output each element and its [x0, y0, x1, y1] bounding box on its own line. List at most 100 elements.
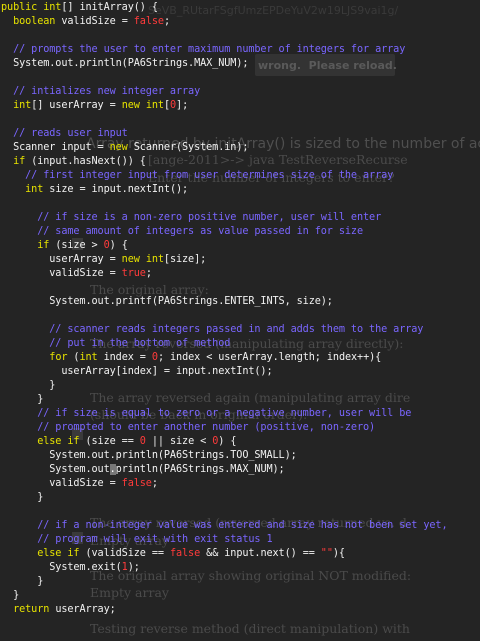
code-token: ) {: [109, 240, 128, 251]
code-line[interactable]: if (size > 0) {: [1, 239, 128, 253]
code-token: ){: [332, 548, 345, 559]
code-line[interactable]: validSize = true;: [1, 267, 152, 281]
code-token: int: [25, 184, 50, 195]
code-line[interactable]: int size = input.nextInt();: [1, 183, 188, 197]
code-token: System.out: [1, 464, 110, 475]
code-line[interactable]: int[] userArray = new int[0];: [1, 99, 188, 113]
code-line[interactable]: // prompted to enter another number (pos…: [1, 421, 375, 435]
code-token: else if: [37, 548, 86, 559]
code-token: }: [1, 492, 44, 503]
code-token: || size <: [145, 436, 213, 447]
code-line[interactable]: }: [1, 491, 43, 505]
code-line[interactable]: // first integer input from user determi…: [1, 169, 393, 183]
code-line[interactable]: System.out.println(PA6Strings.MAX_NUM);: [1, 57, 248, 71]
code-token: );: [127, 562, 140, 573]
code-token: Scanner input =: [1, 142, 110, 153]
code-line[interactable]: }: [1, 589, 19, 603]
code-token: (size ==: [85, 436, 140, 447]
background-error-text: wrong. Please reload.: [258, 59, 397, 72]
code-token: // prompted to enter another number (pos…: [1, 422, 376, 433]
code-token: userArray;: [55, 604, 116, 615]
code-token: userArray =: [1, 254, 122, 265]
code-token: }: [1, 576, 44, 587]
code-token: ];: [176, 100, 189, 111]
code-line[interactable]: }: [1, 379, 55, 393]
code-token: userArray[index] = input.nextInt();: [1, 366, 273, 377]
code-token: if: [37, 240, 56, 251]
code-line[interactable]: // same amount of integers as value pass…: [1, 225, 363, 239]
code-line[interactable]: System.exit(1);: [1, 561, 140, 575]
code-line[interactable]: else if (size == 0 || size < 0) {: [1, 435, 236, 449]
code-line[interactable]: // prompts the user to enter maximum num…: [1, 43, 405, 57]
code-line[interactable]: boolean validSize = false;: [1, 15, 170, 29]
code-token: && input.next() ==: [200, 548, 321, 559]
code-line[interactable]: // reads user input: [1, 127, 128, 141]
code-token: }: [1, 394, 44, 405]
code-token: // if size is equal to zero or a negativ…: [1, 408, 412, 419]
code-token: validSize =: [1, 478, 122, 489]
code-line[interactable]: System.out.println(PA6Strings.MAX_NUM);: [1, 463, 285, 477]
code-token: true: [121, 268, 146, 279]
code-token: }: [1, 380, 56, 391]
code-token: [size];: [163, 254, 207, 265]
code-token: // reads user input: [1, 128, 128, 139]
code-token: [] userArray =: [31, 100, 122, 111]
code-token: if: [13, 156, 32, 167]
code-token: // if size is a non-zero positive number…: [1, 212, 382, 223]
code-token: ) {: [218, 436, 237, 447]
code-token: // scanner reads integers passed in and …: [1, 324, 424, 335]
code-token: index =: [103, 352, 152, 363]
code-line[interactable]: else if (validSize == false && input.nex…: [1, 547, 345, 561]
code-token: // first integer input from user determi…: [1, 170, 394, 181]
background-line: The array reversed again (manipulating a…: [90, 390, 411, 405]
code-line[interactable]: for (int index = 0; index < userArray.le…: [1, 351, 381, 365]
code-token: (input.hasNext()) {: [31, 156, 146, 167]
code-token: new: [121, 254, 146, 265]
code-token: false: [133, 16, 164, 27]
code-token: int: [43, 2, 62, 13]
code-token: ;: [145, 268, 152, 279]
code-token: int: [145, 254, 164, 265]
code-token: Scanner(System.in);: [133, 142, 249, 153]
code-token: println(PA6Strings.MAX_NUM);: [115, 464, 285, 475]
code-line[interactable]: // intializes new integer array: [1, 85, 200, 99]
code-line[interactable]: if (input.hasNext()) {: [1, 155, 146, 169]
code-line[interactable]: System.out.println(PA6Strings.TOO_SMALL)…: [1, 449, 297, 463]
code-line[interactable]: // if size is a non-zero positive number…: [1, 211, 381, 225]
code-line[interactable]: // put in the bottom of method: [1, 337, 230, 351]
code-line[interactable]: userArray[index] = input.nextInt();: [1, 365, 273, 379]
code-token: size = input.nextInt();: [49, 184, 189, 195]
code-line[interactable]: }: [1, 393, 43, 407]
code-line[interactable]: validSize = false;: [1, 477, 158, 491]
code-token: ;: [163, 16, 170, 27]
code-line[interactable]: // program will exit with exit status 1: [1, 533, 272, 547]
code-line[interactable]: // scanner reads integers passed in and …: [1, 323, 423, 337]
background-line: Testing reverse method (direct manipulat…: [90, 621, 410, 636]
code-line[interactable]: System.out.printf(PA6Strings.ENTER_INTS,…: [1, 295, 333, 309]
code-line[interactable]: }: [1, 575, 43, 589]
code-token: System.exit(: [1, 562, 122, 573]
code-token: int: [13, 100, 32, 111]
code-line[interactable]: // if size is equal to zero or a negativ…: [1, 407, 411, 421]
code-line[interactable]: public int[] initArray() {: [1, 1, 158, 15]
code-token: System.out.println(PA6Strings.TOO_SMALL)…: [1, 450, 297, 461]
code-token: System.out.printf(PA6Strings.ENTER_INTS,…: [1, 296, 333, 307]
code-token: (size >: [55, 240, 104, 251]
code-token: System.out.println(PA6Strings.MAX_NUM);: [1, 58, 249, 69]
code-token: // prompts the user to enter maximum num…: [1, 44, 406, 55]
code-token: // if a non-integer value was entered an…: [1, 520, 448, 531]
code-token: // same amount of integers as value pass…: [1, 226, 364, 237]
code-token: for: [49, 352, 74, 363]
code-line[interactable]: userArray = new int[size];: [1, 253, 206, 267]
code-line[interactable]: // if a non-integer value was entered an…: [1, 519, 447, 533]
code-line[interactable]: Scanner input = new Scanner(System.in);: [1, 141, 248, 155]
code-token: validSize =: [1, 268, 122, 279]
code-token: false: [169, 548, 201, 559]
code-line[interactable]: return userArray;: [1, 603, 116, 617]
code-token: return: [13, 604, 56, 615]
